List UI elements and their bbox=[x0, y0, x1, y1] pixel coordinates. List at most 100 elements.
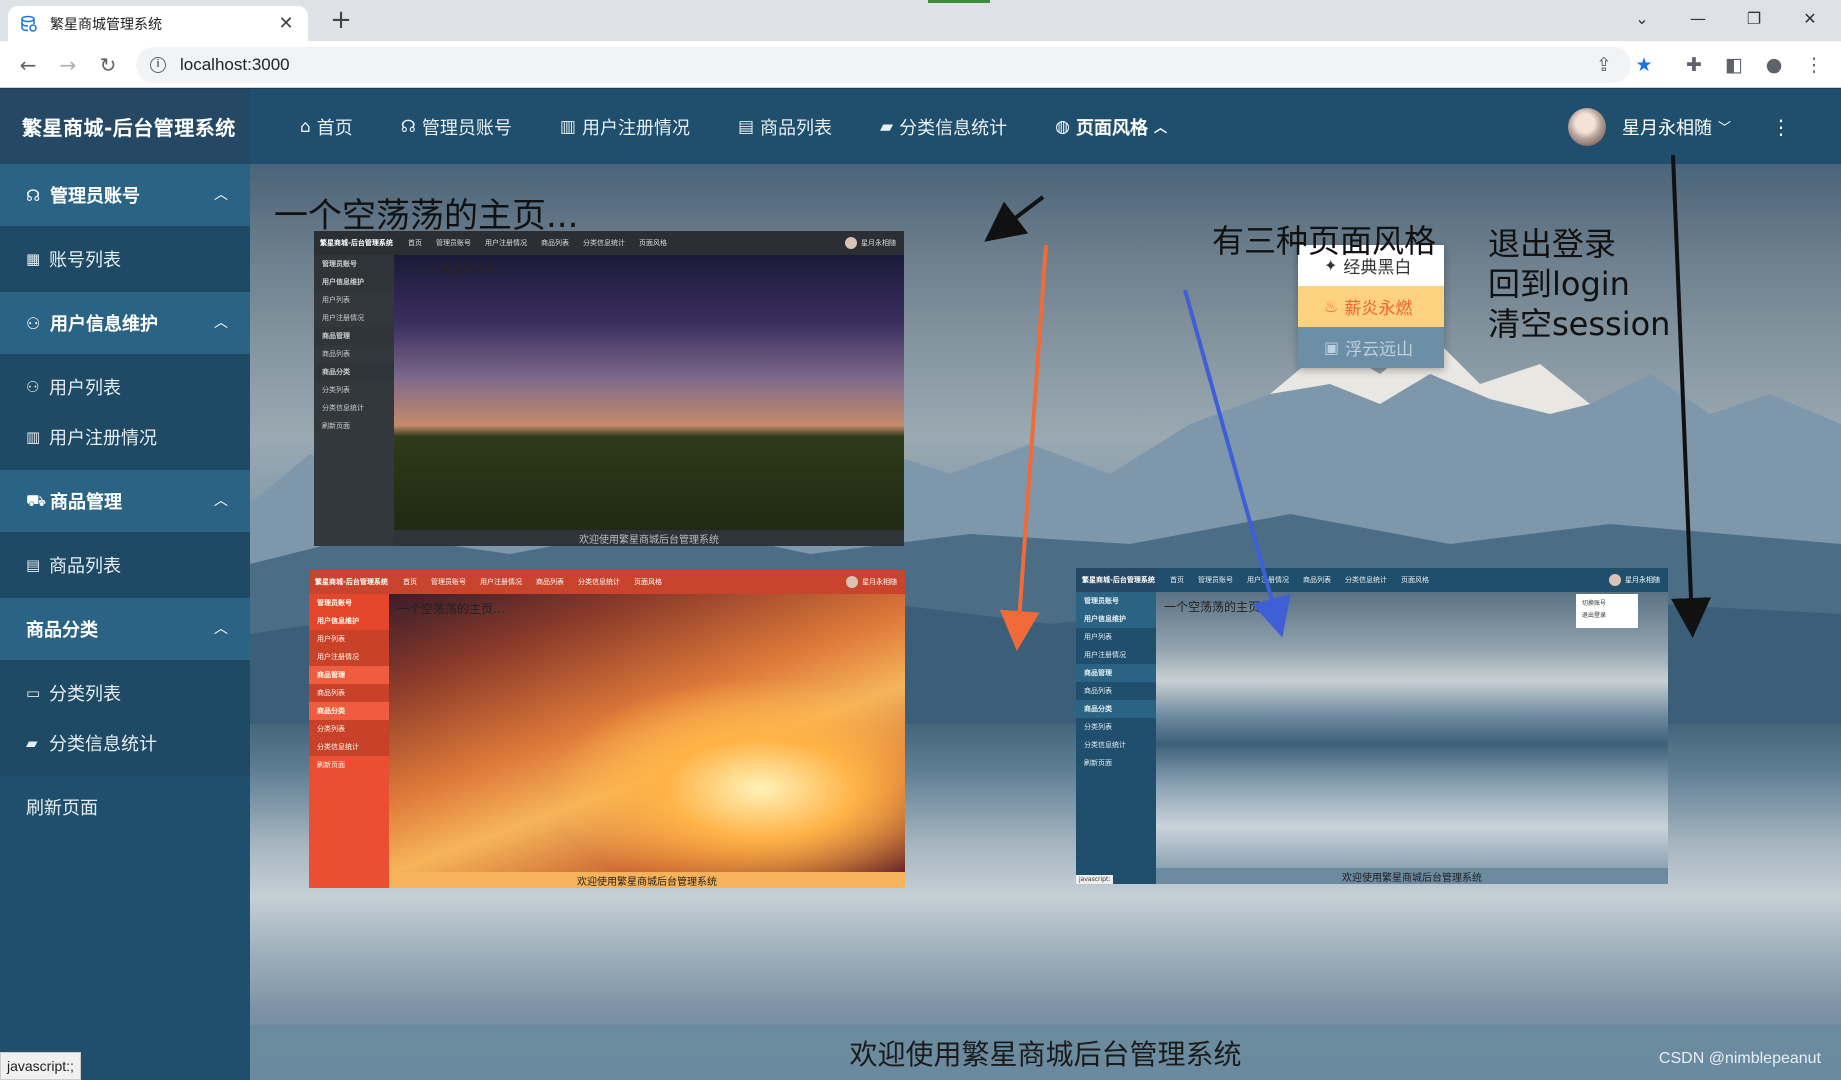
nav-product-list[interactable]: ▤ 商品列表 bbox=[738, 114, 832, 140]
database-icon bbox=[21, 15, 37, 32]
sidebar: 繁星商城-后台管理系统 ☊ 管理员账号 ︿ ▦ 账号列表 ⚇ 用户信息维护 ︿ … bbox=[0, 89, 250, 1080]
share-icon[interactable]: ⇪ bbox=[1588, 49, 1620, 81]
avatar bbox=[846, 576, 858, 588]
minimize-icon[interactable]: — bbox=[1678, 4, 1718, 34]
side-panel-icon[interactable]: ◧ bbox=[1718, 49, 1750, 81]
thumb-footer: 欢迎使用繁星商城后台管理系统 bbox=[1156, 868, 1668, 884]
browser-status-bar: javascript:; bbox=[0, 1052, 81, 1080]
thumb-menu-item: 管理员账号 bbox=[1076, 592, 1156, 610]
browser-tab[interactable]: 繁星商城管理系统 ✕ bbox=[8, 6, 308, 41]
page-title: 一个空荡荡的主页... bbox=[274, 196, 579, 236]
sidebar-group-categories[interactable]: 商品分类 ︿ bbox=[0, 598, 250, 660]
nav-category-stats[interactable]: ▰ 分类信息统计 bbox=[880, 114, 1007, 140]
style-option-fire[interactable]: ♨ 薪炎永燃 bbox=[1298, 286, 1444, 327]
sidebar-item-label: 用户列表 bbox=[49, 378, 121, 399]
annotation-line: 退出登录 bbox=[1488, 225, 1617, 263]
nav-admin-accounts[interactable]: ☊ 管理员账号 bbox=[401, 114, 512, 140]
sidebar-group-body: ▦ 账号列表 bbox=[0, 226, 250, 292]
thumb-menu-item: 用户列表 bbox=[322, 296, 350, 304]
sidebar-item-user-list[interactable]: ⚇ 用户列表 bbox=[0, 362, 250, 412]
sidebar-refresh-link[interactable]: 刷新页面 bbox=[0, 776, 250, 838]
style-option-label: 薪炎永燃 bbox=[1344, 299, 1413, 319]
forward-icon[interactable]: → bbox=[52, 49, 84, 81]
sidebar-item-label: 商品列表 bbox=[49, 556, 121, 577]
thumb-menu-item: 管理员账号 bbox=[314, 255, 394, 273]
style-option-cloud[interactable]: ▣ 浮云远山 bbox=[1298, 327, 1444, 368]
thumb-menu-item: 刷新页面 bbox=[317, 761, 345, 769]
annotation-line: 回到login bbox=[1488, 265, 1630, 303]
tab-strip-indicator bbox=[928, 0, 990, 3]
thumb-nav-item: 页面风格 bbox=[1401, 576, 1429, 584]
info-icon[interactable]: i bbox=[150, 57, 166, 73]
screenshot-classic-style: 繁星商城-后台管理系统 首页 管理员账号 用户注册情况 商品列表 分类信息统计 … bbox=[314, 231, 904, 546]
sidebar-group-body: ▭ 分类列表 ▰ 分类信息统计 bbox=[0, 660, 250, 776]
headset-icon: ☊ bbox=[26, 185, 41, 205]
thumb-nav-item: 商品列表 bbox=[541, 239, 569, 247]
thumb-menu-item: 用户注册情况 bbox=[1084, 651, 1126, 659]
thumb-menu-item: 商品管理 bbox=[1076, 664, 1156, 682]
tab-search-icon[interactable]: ⌄ bbox=[1622, 4, 1662, 34]
thumb-user: 星月永相随 bbox=[846, 570, 897, 594]
sidebar-item-product-list[interactable]: ▤ 商品列表 bbox=[0, 540, 250, 590]
restore-icon[interactable]: ❐ bbox=[1734, 4, 1774, 34]
thumb-nav: 首页 管理员账号 用户注册情况 商品列表 分类信息统计 页面风格 bbox=[1156, 568, 1668, 592]
watermark: CSDN @nimblepeanut bbox=[1658, 1050, 1821, 1067]
new-tab-button[interactable]: + bbox=[326, 6, 356, 36]
more-icon[interactable]: ⋮ bbox=[1771, 115, 1791, 139]
thumb-starry-background bbox=[394, 255, 904, 530]
sidebar-item-category-stats[interactable]: ▰ 分类信息统计 bbox=[0, 718, 250, 768]
thumb-status: javascript: bbox=[1076, 875, 1114, 884]
thumb-nav-item: 用户注册情况 bbox=[485, 239, 527, 247]
nav-label: 商品列表 bbox=[760, 117, 833, 139]
sidebar-group-label: 管理员账号 bbox=[50, 186, 140, 207]
sidebar-item-label: 账号列表 bbox=[49, 250, 121, 271]
chat-icon: ▰ bbox=[880, 116, 894, 137]
chevron-down-icon: ﹀ bbox=[1717, 121, 1731, 136]
url-input[interactable]: i localhost:3000 bbox=[136, 47, 1631, 83]
thumb-nav-item: 页面风格 bbox=[639, 239, 667, 247]
sidebar-group-users[interactable]: ⚇ 用户信息维护 ︿ bbox=[0, 292, 250, 354]
screenshot-fire-style: 繁星商城-后台管理系统 首页 管理员账号 用户注册情况 商品列表 分类信息统计 … bbox=[309, 570, 905, 888]
thumb-nav-item: 管理员账号 bbox=[436, 239, 471, 247]
thumb-user-menu-item: 退出登录 bbox=[1582, 612, 1607, 619]
thumb-footer: 欢迎使用繁星商城后台管理系统 bbox=[389, 872, 905, 888]
sidebar-item-category-list[interactable]: ▭ 分类列表 bbox=[0, 668, 250, 718]
thumb-username: 星月永相随 bbox=[862, 578, 897, 586]
bookmark-star-icon[interactable]: ★ bbox=[1628, 49, 1660, 81]
nav-user-registrations[interactable]: ▥ 用户注册情况 bbox=[560, 114, 690, 140]
sidebar-item-label: 分类信息统计 bbox=[49, 734, 157, 755]
thumb-nav-item: 用户注册情况 bbox=[1247, 576, 1289, 584]
extensions-icon[interactable]: ✚ bbox=[1678, 49, 1710, 81]
thumb-menu: 管理员账号 用户信息维护 用户列表 用户注册情况 商品管理 商品列表 商品分类 … bbox=[314, 255, 394, 435]
thumb-menu-item: 分类信息统计 bbox=[309, 738, 389, 756]
flame-icon: ♨ bbox=[1324, 297, 1339, 316]
thumb-menu-item: 分类列表 bbox=[1084, 723, 1112, 731]
thumb-menu-item: 用户信息维护 bbox=[1076, 610, 1156, 628]
grid-icon: ▥ bbox=[559, 116, 576, 137]
user-icon: ⚇ bbox=[26, 313, 41, 333]
sidebar-group-body: ⚇ 用户列表 ▥ 用户注册情况 bbox=[0, 354, 250, 470]
thumb-menu-item: 分类信息统计 bbox=[322, 404, 364, 412]
page-footer: 欢迎使用繁星商城后台管理系统 bbox=[250, 1025, 1841, 1080]
thumb-menu-item: 刷新页面 bbox=[322, 422, 350, 430]
thumb-heading: 一个空荡荡的主页... bbox=[397, 602, 505, 616]
avatar[interactable] bbox=[1567, 107, 1606, 146]
thumb-menu-item: 用户注册情况 bbox=[322, 314, 364, 322]
profile-icon[interactable]: ● bbox=[1758, 49, 1790, 81]
thumb-heading: 一个空荡荡的主页... bbox=[1164, 600, 1272, 614]
chevron-up-icon: ︿ bbox=[214, 493, 228, 509]
sidebar-group-products[interactable]: ⛟ 商品管理 ︿ bbox=[0, 470, 250, 532]
nav-page-style[interactable]: ◍ 页面风格 ︿ bbox=[1055, 114, 1167, 140]
reload-icon[interactable]: ↻ bbox=[92, 49, 124, 81]
browser-menu-icon[interactable]: ⋮ bbox=[1798, 49, 1830, 81]
back-icon[interactable]: ← bbox=[12, 49, 44, 81]
clipboard-icon: ▤ bbox=[737, 116, 755, 137]
nav-home[interactable]: ⌂ 首页 bbox=[300, 114, 353, 140]
sidebar-group-admin[interactable]: ☊ 管理员账号 ︿ bbox=[0, 164, 250, 226]
window-close-icon[interactable]: ✕ bbox=[1790, 4, 1830, 34]
chevron-up-icon: ︿ bbox=[214, 621, 228, 637]
sidebar-item-account-list[interactable]: ▦ 账号列表 bbox=[0, 234, 250, 284]
sidebar-item-user-registrations[interactable]: ▥ 用户注册情况 bbox=[0, 412, 250, 462]
user-menu[interactable]: 星月永相随 ﹀ ⋮ bbox=[1567, 89, 1791, 164]
close-icon[interactable]: ✕ bbox=[276, 13, 296, 34]
